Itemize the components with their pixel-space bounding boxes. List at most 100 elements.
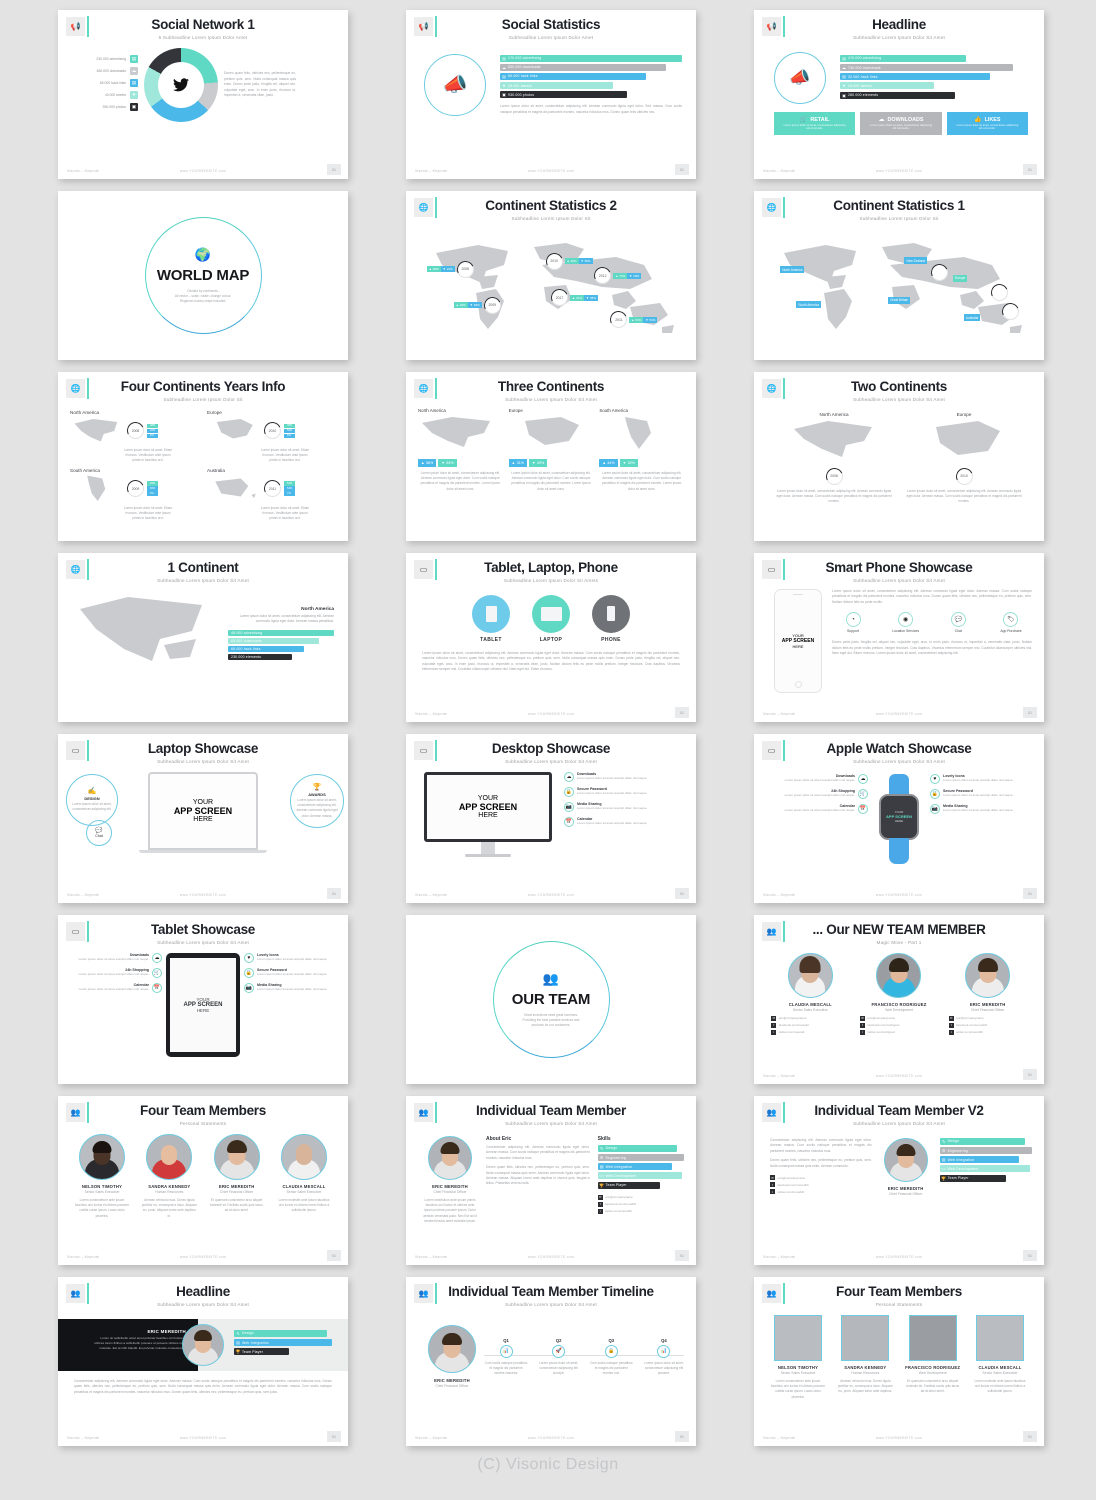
slide-two-continents[interactable]: 🌐 Two Continents Subheadline Lorem Ipsum… [754, 372, 1044, 541]
list-item[interactable]: 📷 Media Sharing Lorem ipsum dolor sit am… [930, 803, 1034, 814]
slide-social-network-1[interactable]: 📢 Social Network 1 5 Subheadline Lorem I… [58, 10, 348, 179]
member-card[interactable]: ERIC MEREDITH Chief Financial Officer Et… [209, 1133, 265, 1219]
slide-our-new-team-member[interactable]: 👥 ... Our NEW TEAM MEMBER Magic Move - P… [754, 915, 1044, 1084]
member-card[interactable]: ERIC MEREDITH Chief Financial Officer ✉ e… [948, 952, 1027, 1037]
bubble-design[interactable]: ✍ DESIGN Lorem ipsum dolor sit amet, con… [66, 773, 118, 826]
badge-globe-icon: 🌐 [414, 379, 433, 398]
slide-individual-team-member-timeline[interactable]: 👥 Individual Team Member Timeline Subhea… [406, 1277, 696, 1446]
device-laptop[interactable]: LAPTOP [532, 594, 570, 643]
feature-chat[interactable]: 💬 Chat [941, 612, 975, 633]
feature-desc: Lorem ipsum dolor sit amet suscipit ulla… [257, 971, 328, 976]
slide-individual-team-member[interactable]: 👥 Individual Team Member Subheadline Lor… [406, 1096, 696, 1265]
list-item[interactable]: ☁ Downloads Lorem ipsum dolor sit amet s… [564, 771, 684, 782]
list-item[interactable]: ♥ Lovely Icons Lorem ipsum dolor sit ame… [930, 773, 1034, 784]
device-phone[interactable]: PHONE [592, 594, 630, 643]
feature-app-purchase[interactable]: 🏷 App Purchase [994, 612, 1028, 633]
social-row[interactable]: t twitter.com/meredith [948, 1029, 1027, 1035]
social-row[interactable]: ✉ eric@companyname [859, 1015, 938, 1021]
map-label[interactable]: South America [796, 301, 822, 309]
slide-individual-team-member-v2[interactable]: 👥 Individual Team Member V2 Subheadline … [754, 1096, 1044, 1265]
member-card[interactable]: SANDRA KENNEDY Human Resources Aenean ve… [141, 1133, 197, 1219]
list-item[interactable]: 🔒 Secure Password Lorem ipsum dolor sit … [564, 786, 684, 797]
social-row[interactable]: f facebook.com/meredith [597, 1201, 684, 1207]
slide-our-team-cover[interactable]: 👥 OUR TEAM Great inventions need great i… [406, 915, 696, 1084]
member-card[interactable]: NELSON TIMOTHY Senior Sales Executive Lo… [74, 1133, 130, 1219]
social-row[interactable]: ✉ eric@companyname [770, 1175, 872, 1181]
pen-icon: ✎ [941, 1138, 946, 1144]
slide-tablet-laptop-phone[interactable]: ▭ Tablet, Laptop, Phone Subheadline Lore… [406, 553, 696, 722]
list-item[interactable]: Calendar Lorem ipsum dolor sit amet susc… [68, 982, 162, 993]
list-item[interactable]: 📷 Media Sharing Lorem ipsum dolor sit am… [244, 982, 338, 993]
slide-four-team-members-square[interactable]: 👥 Four Team Members Personal Statements … [754, 1277, 1044, 1446]
slide-four-team-members-round[interactable]: 👥 Four Team Members Personal Statements … [58, 1096, 348, 1265]
social-row[interactable]: ✉ eric@companyname [948, 1015, 1027, 1021]
slide-apple-watch-showcase[interactable]: ▭ Apple Watch Showcase Subheadline Lorem… [754, 734, 1044, 903]
social-row[interactable]: f facebook.com/meredith [770, 1182, 872, 1188]
timeline-step[interactable]: Q3 🔒 Cum sociis natoque penatibus et mag… [589, 1338, 633, 1377]
map-marker[interactable]: ▲ 29% ▼ 66% 2009 [453, 296, 501, 314]
card-retail[interactable]: 🛒 RETAIL Lorem ipsum dolor sit amet, con… [774, 111, 856, 135]
map-marker[interactable]: ▲ 48% ▼ 22% 2008 [426, 260, 474, 278]
member-card[interactable]: CLAUDIA MESCALL Senior Sales Executive ✉… [771, 952, 849, 1037]
slide-headline-social[interactable]: 📢 Headline Subheadline Lorem Ipsum Dolor… [754, 10, 1044, 179]
list-item[interactable]: ♥ Lovely Icons Lorem ipsum dolor sit ame… [244, 952, 338, 963]
slide-headline-member[interactable]: 👥 Headline Subheadline Lorem Ipsum Dolor… [58, 1277, 348, 1446]
cover-line: products for our customers. [531, 1023, 571, 1028]
list-item[interactable]: Calendar Lorem ipsum dolor sit amet susc… [764, 803, 868, 814]
map-marker[interactable]: 2017 ▲ 41% ▼ 35% [551, 289, 598, 307]
member-card[interactable]: FRANCISCO RODRIGUEZ Web Development Et q… [905, 1314, 961, 1400]
social-row[interactable]: ✉ eric@companyname [771, 1015, 849, 1021]
social-row[interactable]: f facebook.com/mescall [771, 1022, 849, 1028]
slide-laptop-showcase[interactable]: ▭ Laptop Showcase Subheadline Lorem Ipsu… [58, 734, 348, 903]
social-row[interactable]: f facebook.com/meredith [948, 1022, 1027, 1028]
member-card[interactable]: FRANCISCO RODRIGUEZ Web Development ✉ eri… [859, 952, 938, 1037]
card-downloads[interactable]: ☁ DOWNLOADS Lorem ipsum dolor sit amet, … [860, 111, 942, 135]
slide-desktop-showcase[interactable]: ▭ Desktop Showcase Subheadline Lorem Ips… [406, 734, 696, 903]
social-handle: eric@companyname [777, 1175, 806, 1180]
bubble-chat[interactable]: 💬 Chat [86, 819, 112, 846]
member-card[interactable]: CLAUDIA MESCALL Senior Sales Executive L… [972, 1314, 1028, 1400]
social-row[interactable]: t twitter.com/meredith [597, 1208, 684, 1214]
device-tablet[interactable]: TABLET [472, 594, 510, 643]
slide-world-map-cover[interactable]: 🌍 WORLD MAP Divided by continents. All v… [58, 191, 348, 360]
map-marker[interactable]: 2011 ▲ 53% ▼ 54% [610, 311, 658, 329]
map-label[interactable]: New Zealand [904, 257, 928, 265]
map-marker[interactable]: 2010 ▲ 36% ▼ 59% [545, 252, 593, 270]
map-label[interactable]: Great Britain [888, 296, 911, 304]
map-label[interactable]: North America [780, 266, 805, 274]
slide-continent-statistics-1[interactable]: 🌐 Continent Statistics 1 Subheadline Lor… [754, 191, 1044, 360]
member-card[interactable]: SANDRA KENNEDY Human Resources Aenean ve… [837, 1314, 893, 1400]
map-label[interactable]: Australia [963, 314, 981, 322]
timeline-step[interactable]: Q2 🚀 Lorem ipsum dolor sit amet, consect… [537, 1338, 581, 1377]
timeline-step[interactable]: Q1 📊 Cum sociis natoque penatibus et mag… [484, 1338, 528, 1377]
slide-tablet-showcase[interactable]: ▭ Tablet Showcase Subheadline Lorem Ipsu… [58, 915, 348, 1084]
list-item[interactable]: 🔒 Secure Password Lorem ipsum dolor sit … [930, 788, 1034, 799]
member-card[interactable]: CLAUDIA MESCALL Senior Sales Executive L… [276, 1133, 332, 1219]
slide-one-continent[interactable]: 🌐 1 Continent Subheadline Lorem Ipsum Do… [58, 553, 348, 722]
list-item[interactable]: Downloads Lorem ipsum dolor sit amet sus… [764, 773, 868, 784]
feature-location[interactable]: ◉ Location Services [889, 612, 923, 633]
slide-continent-statistics-2[interactable]: 🌐 Continent Statistics 2 Subheadline Lor… [406, 191, 696, 360]
map-label[interactable]: Europe [953, 274, 968, 282]
social-row[interactable]: t twitter.com/meredith [770, 1189, 872, 1195]
social-row[interactable]: ✉ eric@companyname [597, 1194, 684, 1200]
bubble-awards[interactable]: 🏆 AWARDS Lorem ipsum dolor sit amet, con… [290, 773, 344, 828]
slide-smart-phone-showcase[interactable]: ▭ Smart Phone Showcase Subheadline Lorem… [754, 553, 1044, 722]
list-item[interactable]: 📅 Calendar Lorem ipsum dolor sit amet su… [564, 816, 684, 827]
slide-three-continents[interactable]: 🌐 Three Continents Subheadline Lorem Ips… [406, 372, 696, 541]
social-row[interactable]: t twitter.com/rodriguez [859, 1029, 938, 1035]
list-item[interactable]: 📷 Media Sharing Lorem ipsum dolor sit am… [564, 801, 684, 812]
list-item[interactable]: 24h Shopping Lorem ipsum dolor sit amet … [764, 788, 868, 799]
social-row[interactable]: t twitter.com/mescall [771, 1029, 849, 1035]
social-row[interactable]: f facebook.com/rodriguez [859, 1022, 938, 1028]
slide-four-continents-years-info[interactable]: 🌐 Four Continents Years Info Subheadline… [58, 372, 348, 541]
feature-support[interactable]: ◔ Support [836, 612, 870, 633]
list-item[interactable]: 24h Shopping Lorem ipsum dolor sit amet … [68, 967, 162, 978]
member-card[interactable]: NELSON TIMOTHY Senior Sales Executive Lo… [770, 1314, 826, 1400]
map-marker[interactable]: 2012 ▲ 74% ▼ 18% [594, 267, 642, 285]
timeline-step[interactable]: Q4 📊 Lorem ipsum dolor sit amet, consect… [642, 1338, 686, 1377]
card-likes[interactable]: 👍 LIKES Lorem ipsum dolor sit amet, cons… [946, 111, 1028, 135]
list-item[interactable]: Downloads Lorem ipsum dolor sit amet sus… [68, 952, 162, 963]
list-item[interactable]: 🔒 Secure Password Lorem ipsum dolor sit … [244, 967, 338, 978]
slide-social-statistics[interactable]: 📢 Social Statistics Subheadline Lorem Ip… [406, 10, 696, 179]
